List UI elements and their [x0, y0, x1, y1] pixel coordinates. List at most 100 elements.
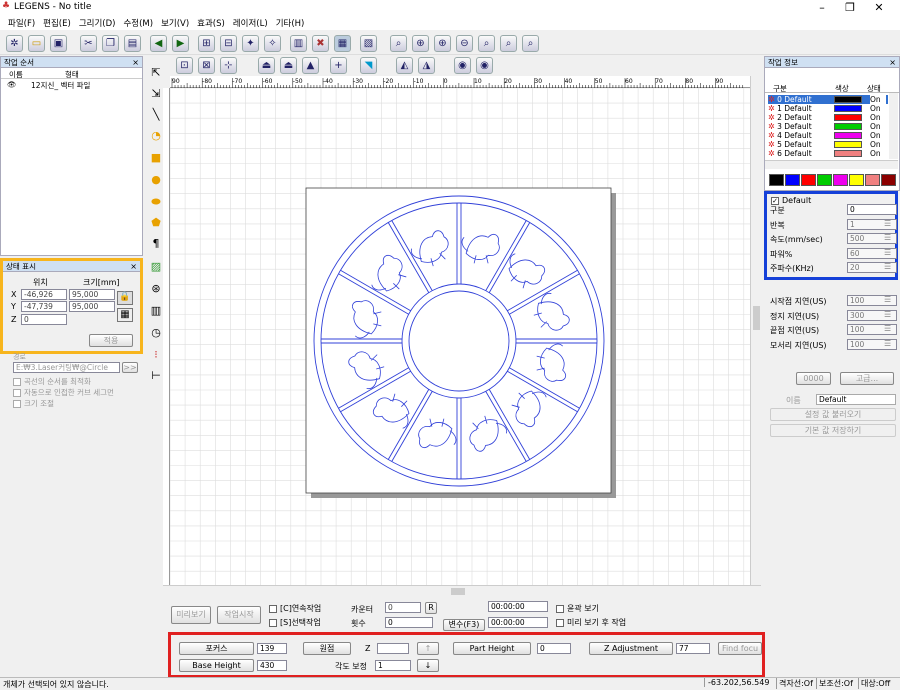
layer-color-swatch[interactable]	[834, 114, 862, 121]
paste-icon[interactable]: ▤	[124, 35, 141, 52]
layer-state[interactable]: On	[870, 122, 886, 131]
spiral-icon[interactable]: ⊛	[149, 282, 163, 296]
polygon-icon[interactable]: ⬟	[149, 216, 163, 230]
open-icon[interactable]: ▭	[28, 35, 45, 52]
property-field[interactable]: 0	[847, 204, 897, 215]
eye-icon[interactable]: 👁	[7, 80, 17, 89]
restore-icon[interactable]: ❐	[843, 1, 857, 14]
node-arrow-icon[interactable]: ⇲	[149, 87, 163, 101]
load-settings-button[interactable]: 설정 값 불러오기	[770, 408, 896, 421]
circle-icon[interactable]: ●	[149, 173, 163, 187]
optimize-option[interactable]: 곡선의 순서를 최적화	[13, 376, 91, 387]
tools-icon[interactable]: ✖	[312, 35, 329, 52]
part-height-button[interactable]: Part Height	[453, 642, 531, 655]
weld-icon[interactable]: ⊠	[198, 57, 215, 74]
spinner-icon[interactable]: ☰	[884, 324, 891, 333]
layer-scrollbar[interactable]	[889, 93, 898, 159]
continuous-checkbox[interactable]: [C]연속작업	[269, 603, 321, 614]
color-arrow-icon[interactable]: ◥	[360, 57, 377, 74]
layer-row[interactable]: ✲ 5 Default On	[768, 140, 888, 149]
hide-icon[interactable]: ◉	[454, 57, 471, 74]
save-default-button[interactable]: 기본 값 저장하기	[770, 424, 896, 437]
show-icon[interactable]: ◉	[476, 57, 493, 74]
path-field[interactable]: E:₩3.Laser커팅₩@Circle	[13, 362, 120, 373]
horizontal-scroll-thumb[interactable]	[451, 588, 465, 595]
layer-state[interactable]: On	[870, 140, 886, 149]
anchor-grid-icon[interactable]: ▦	[117, 308, 133, 322]
count-field[interactable]: 0	[385, 617, 433, 628]
grid-toggle-icon[interactable]: ▦	[334, 35, 351, 52]
z-up-icon[interactable]: ↑	[417, 642, 439, 655]
z-field[interactable]: 0	[21, 314, 67, 325]
break-icon[interactable]: ⊹	[220, 57, 237, 74]
signal-icon[interactable]: ⁝	[149, 348, 163, 362]
y-position-field[interactable]: -47,739	[21, 301, 67, 312]
part-height-field[interactable]: 0	[537, 643, 571, 654]
zoom-select-icon[interactable]: ⌕	[478, 35, 495, 52]
barcode-icon[interactable]: ▥	[149, 304, 163, 318]
origin-icon[interactable]: +	[330, 57, 347, 74]
close-icon[interactable]: ✕	[872, 1, 886, 14]
zoom-fit-icon[interactable]: ⊕	[434, 35, 451, 52]
spinner-icon[interactable]: ☰	[884, 310, 891, 319]
layer-color-swatch[interactable]	[834, 96, 862, 103]
group-icon[interactable]: ⊞	[198, 35, 215, 52]
close-icon[interactable]: ×	[132, 57, 139, 68]
spinner-icon[interactable]: ☰	[884, 262, 891, 271]
rectangle-icon[interactable]: ■	[149, 151, 163, 165]
spinner-icon[interactable]: ☰	[884, 295, 891, 304]
curve-icon[interactable]: ◔	[149, 129, 163, 143]
layer-row[interactable]: ✲ 1 Default On	[768, 104, 888, 113]
layer-row[interactable]: ✲ 0 Default On	[768, 95, 888, 104]
layer-row[interactable]: ✲ 2 Default On	[768, 113, 888, 122]
menu-etc[interactable]: 기타(H)	[276, 17, 305, 29]
mirror-v-icon[interactable]: ◮	[418, 57, 435, 74]
menu-laser[interactable]: 레이저(L)	[233, 17, 268, 29]
palette-swatch[interactable]	[769, 174, 784, 186]
redo-icon[interactable]: ▶	[172, 35, 189, 52]
work-order-item[interactable]: 👁 12지신_ 벡터 파일	[1, 79, 142, 90]
x-position-field[interactable]: -46,926	[21, 289, 67, 300]
cut-icon[interactable]: ✂	[80, 35, 97, 52]
spinner-icon[interactable]: ☰	[884, 248, 891, 257]
pattern-button[interactable]: 0000	[796, 372, 831, 385]
palette-swatch[interactable]	[817, 174, 832, 186]
start-job-button[interactable]: 작업시작	[217, 606, 261, 624]
focus-button[interactable]: 포커스	[179, 642, 254, 655]
base-height-field[interactable]: 430	[257, 660, 287, 671]
stack-icon[interactable]: ▲	[302, 57, 319, 74]
lock-obj-icon[interactable]: ⏏	[258, 57, 275, 74]
spinner-icon[interactable]: ☰	[884, 219, 891, 228]
spinner-icon[interactable]: ☰	[884, 233, 891, 242]
layer-state[interactable]: On	[870, 149, 886, 158]
base-height-button[interactable]: Base Height	[179, 659, 254, 672]
line-icon[interactable]: ╲	[149, 108, 163, 122]
palette-swatch[interactable]	[865, 174, 880, 186]
advanced-button[interactable]: 고급...	[840, 372, 894, 385]
z-adjustment-field[interactable]: 77	[676, 643, 710, 654]
layer-color-swatch[interactable]	[834, 150, 862, 157]
default-checkbox[interactable]: ✓ Default	[771, 196, 811, 205]
image-icon[interactable]: ▨	[149, 260, 163, 274]
y-size-field[interactable]: 95,000	[69, 301, 115, 312]
palette-swatch[interactable]	[801, 174, 816, 186]
menu-modify[interactable]: 수정(M)	[123, 17, 153, 29]
close-icon[interactable]: ×	[130, 261, 137, 272]
layer-state[interactable]: On	[870, 131, 886, 140]
layout-icon[interactable]: ▧	[360, 35, 377, 52]
grid-status[interactable]: 격자선:Of	[776, 678, 813, 689]
x-size-field[interactable]: 95,000	[69, 289, 115, 300]
horizontal-scrollbar[interactable]	[163, 585, 761, 596]
layer-h-scrollbar[interactable]	[765, 160, 898, 169]
z-adjustment-button[interactable]: Z Adjustment	[589, 642, 673, 655]
copy-icon[interactable]: ❐	[102, 35, 119, 52]
menu-draw[interactable]: 그리기(D)	[79, 17, 116, 29]
align-icon[interactable]: ▥	[290, 35, 307, 52]
select-arrow-icon[interactable]: ⇱	[149, 66, 163, 80]
preview-button[interactable]: 미리보기	[171, 606, 211, 624]
palette-swatch[interactable]	[785, 174, 800, 186]
menu-effect[interactable]: 효과(S)	[197, 17, 225, 29]
selected-checkbox[interactable]: [S]선택작업	[269, 617, 321, 628]
select-all-icon[interactable]: ⊡	[176, 57, 193, 74]
zoom-in-icon[interactable]: ⊕	[412, 35, 429, 52]
